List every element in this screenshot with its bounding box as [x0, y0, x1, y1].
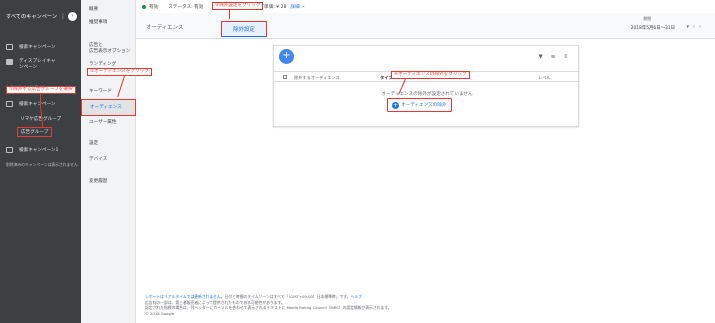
columns-icon[interactable]: ⇕	[563, 54, 568, 60]
sidebar-subitem-adgroup[interactable]: 広告グループ	[17, 127, 53, 137]
report-update-link[interactable]: レポートはリアルタイムでは更新されません。	[145, 294, 225, 299]
col-level-header[interactable]: レベル	[538, 75, 551, 81]
exclusion-table-card: + ▼ ≡ ⇕ 除外するオーディエンス タイプ レベル オーディエンスの除外が設…	[273, 45, 580, 127]
copyright: © 2018 Google	[145, 310, 175, 316]
nav-overview[interactable]: 概要	[89, 7, 98, 13]
col-exclusion-header[interactable]: 除外するオーディエンス	[294, 75, 340, 81]
nav-audiences[interactable]: オーディエンス	[81, 99, 136, 116]
empty-state-message: オーディエンスの除外が設定されていません	[381, 92, 473, 97]
status-dot-icon	[142, 4, 146, 9]
search-campaign-icon	[6, 44, 13, 50]
table-toolbar: ▼ ≡ ⇕	[539, 54, 568, 60]
chevron-down-icon[interactable]: ⌄	[302, 4, 306, 9]
select-all-checkbox[interactable]	[283, 75, 287, 79]
campaign-sidebar: すべてのキャンペーン ⋮ ‹ 検索キャンペーン ディスプレイキャンペーン 有効お…	[0, 0, 81, 323]
add-audience-exclusion-button[interactable]: + オーディエンスの除外	[387, 98, 452, 112]
display-campaign-icon	[6, 59, 13, 65]
sidebar-item-label: ディスプレイキャンペーン	[19, 59, 56, 70]
status-text: 有効	[149, 4, 159, 10]
tab-audiences[interactable]: オーディエンス	[146, 23, 183, 31]
detail-link[interactable]: 詳細	[290, 4, 299, 10]
date-nav-arrows[interactable]: ▾‹›	[686, 24, 705, 30]
nav-recommendations[interactable]: 推奨事項	[89, 20, 107, 26]
deleted-campaigns-note: 削除済みのキャンペーンは表示されません	[6, 162, 78, 167]
annotation-arrow	[229, 10, 230, 19]
sidebar-item-label: 検索キャンペーン	[19, 102, 56, 107]
annotation-step1: ①除外する広告グループを選択	[6, 86, 76, 94]
tab-exclusions[interactable]: 除外設定	[221, 21, 267, 37]
add-fab-button[interactable]: +	[279, 49, 294, 64]
all-campaigns-label: すべてのキャンペーン	[6, 13, 58, 20]
annotation-step4: ④オーディエンスの除外をクリック	[391, 71, 470, 79]
search-campaign-icon	[6, 147, 13, 153]
annotation-step3: ③除外設定をクリック	[212, 2, 264, 10]
timezone-note: 日付と時間のタイムゾーンはすべて「（GMT+09:00）日本標準時」です。	[224, 294, 351, 299]
page-footer: レポートはリアルタイムでは更新されません。日付と時間のタイムゾーンはすべて「（G…	[145, 294, 392, 316]
sidebar-item-display-campaign[interactable]: ディスプレイキャンペーン	[0, 59, 81, 71]
nav-devices[interactable]: デバイス	[89, 157, 107, 163]
status-label: ステータス: 有効	[168, 4, 204, 10]
segment-icon[interactable]: ≡	[551, 54, 556, 60]
page-nav: 概要 推奨事項 広告と 広告表示オプション ランディング キーワード オーディエ…	[81, 0, 136, 323]
chevron-icon[interactable]: ‹	[68, 11, 77, 21]
annotation-arrow	[40, 94, 41, 106]
sidebar-item-search-campaign-1[interactable]: 検索キャンペーン1	[0, 147, 81, 153]
sidebar-item-search-campaign[interactable]: 検索キャンペーン	[0, 44, 81, 50]
tab-header: オーディエンス 除外設定 期間 2018年5月6日～31日 ▾‹›	[136, 13, 715, 39]
next-icon[interactable]: ›	[699, 24, 705, 30]
nav-settings[interactable]: 設定	[89, 141, 98, 147]
more-vert-icon[interactable]: ⋮	[60, 13, 66, 20]
nav-demographics[interactable]: ユーザー属性	[89, 120, 116, 126]
help-link[interactable]: ヘルプ	[351, 294, 362, 299]
add-exclusion-label: オーディエンスの除外	[401, 103, 447, 108]
search-campaign-icon	[6, 101, 13, 107]
nav-change-history[interactable]: 変更履歴	[89, 179, 107, 185]
period-label: 期間	[643, 16, 651, 21]
sidebar-item-label: 検索キャンペーン1	[19, 148, 59, 153]
mrc-note: 認定された指標の場合は、列ヘッダーにカーソルを合わせて表示されるテキストに Me…	[145, 305, 392, 310]
add-circle-icon: +	[392, 101, 399, 109]
nav-keywords[interactable]: キーワード	[89, 89, 112, 95]
all-campaigns-header[interactable]: すべてのキャンペーン ⋮ ‹	[0, 0, 81, 32]
filter-icon[interactable]: ▼	[539, 54, 543, 60]
nav-ad-extensions[interactable]: 広告表示オプション	[89, 49, 130, 55]
date-range-picker[interactable]: 2018年5月6日～31日	[631, 25, 675, 31]
annotation-step2: ②オーディエンスをクリック	[87, 68, 152, 76]
sidebar-item-label: 検索キャンペーン	[19, 45, 56, 50]
